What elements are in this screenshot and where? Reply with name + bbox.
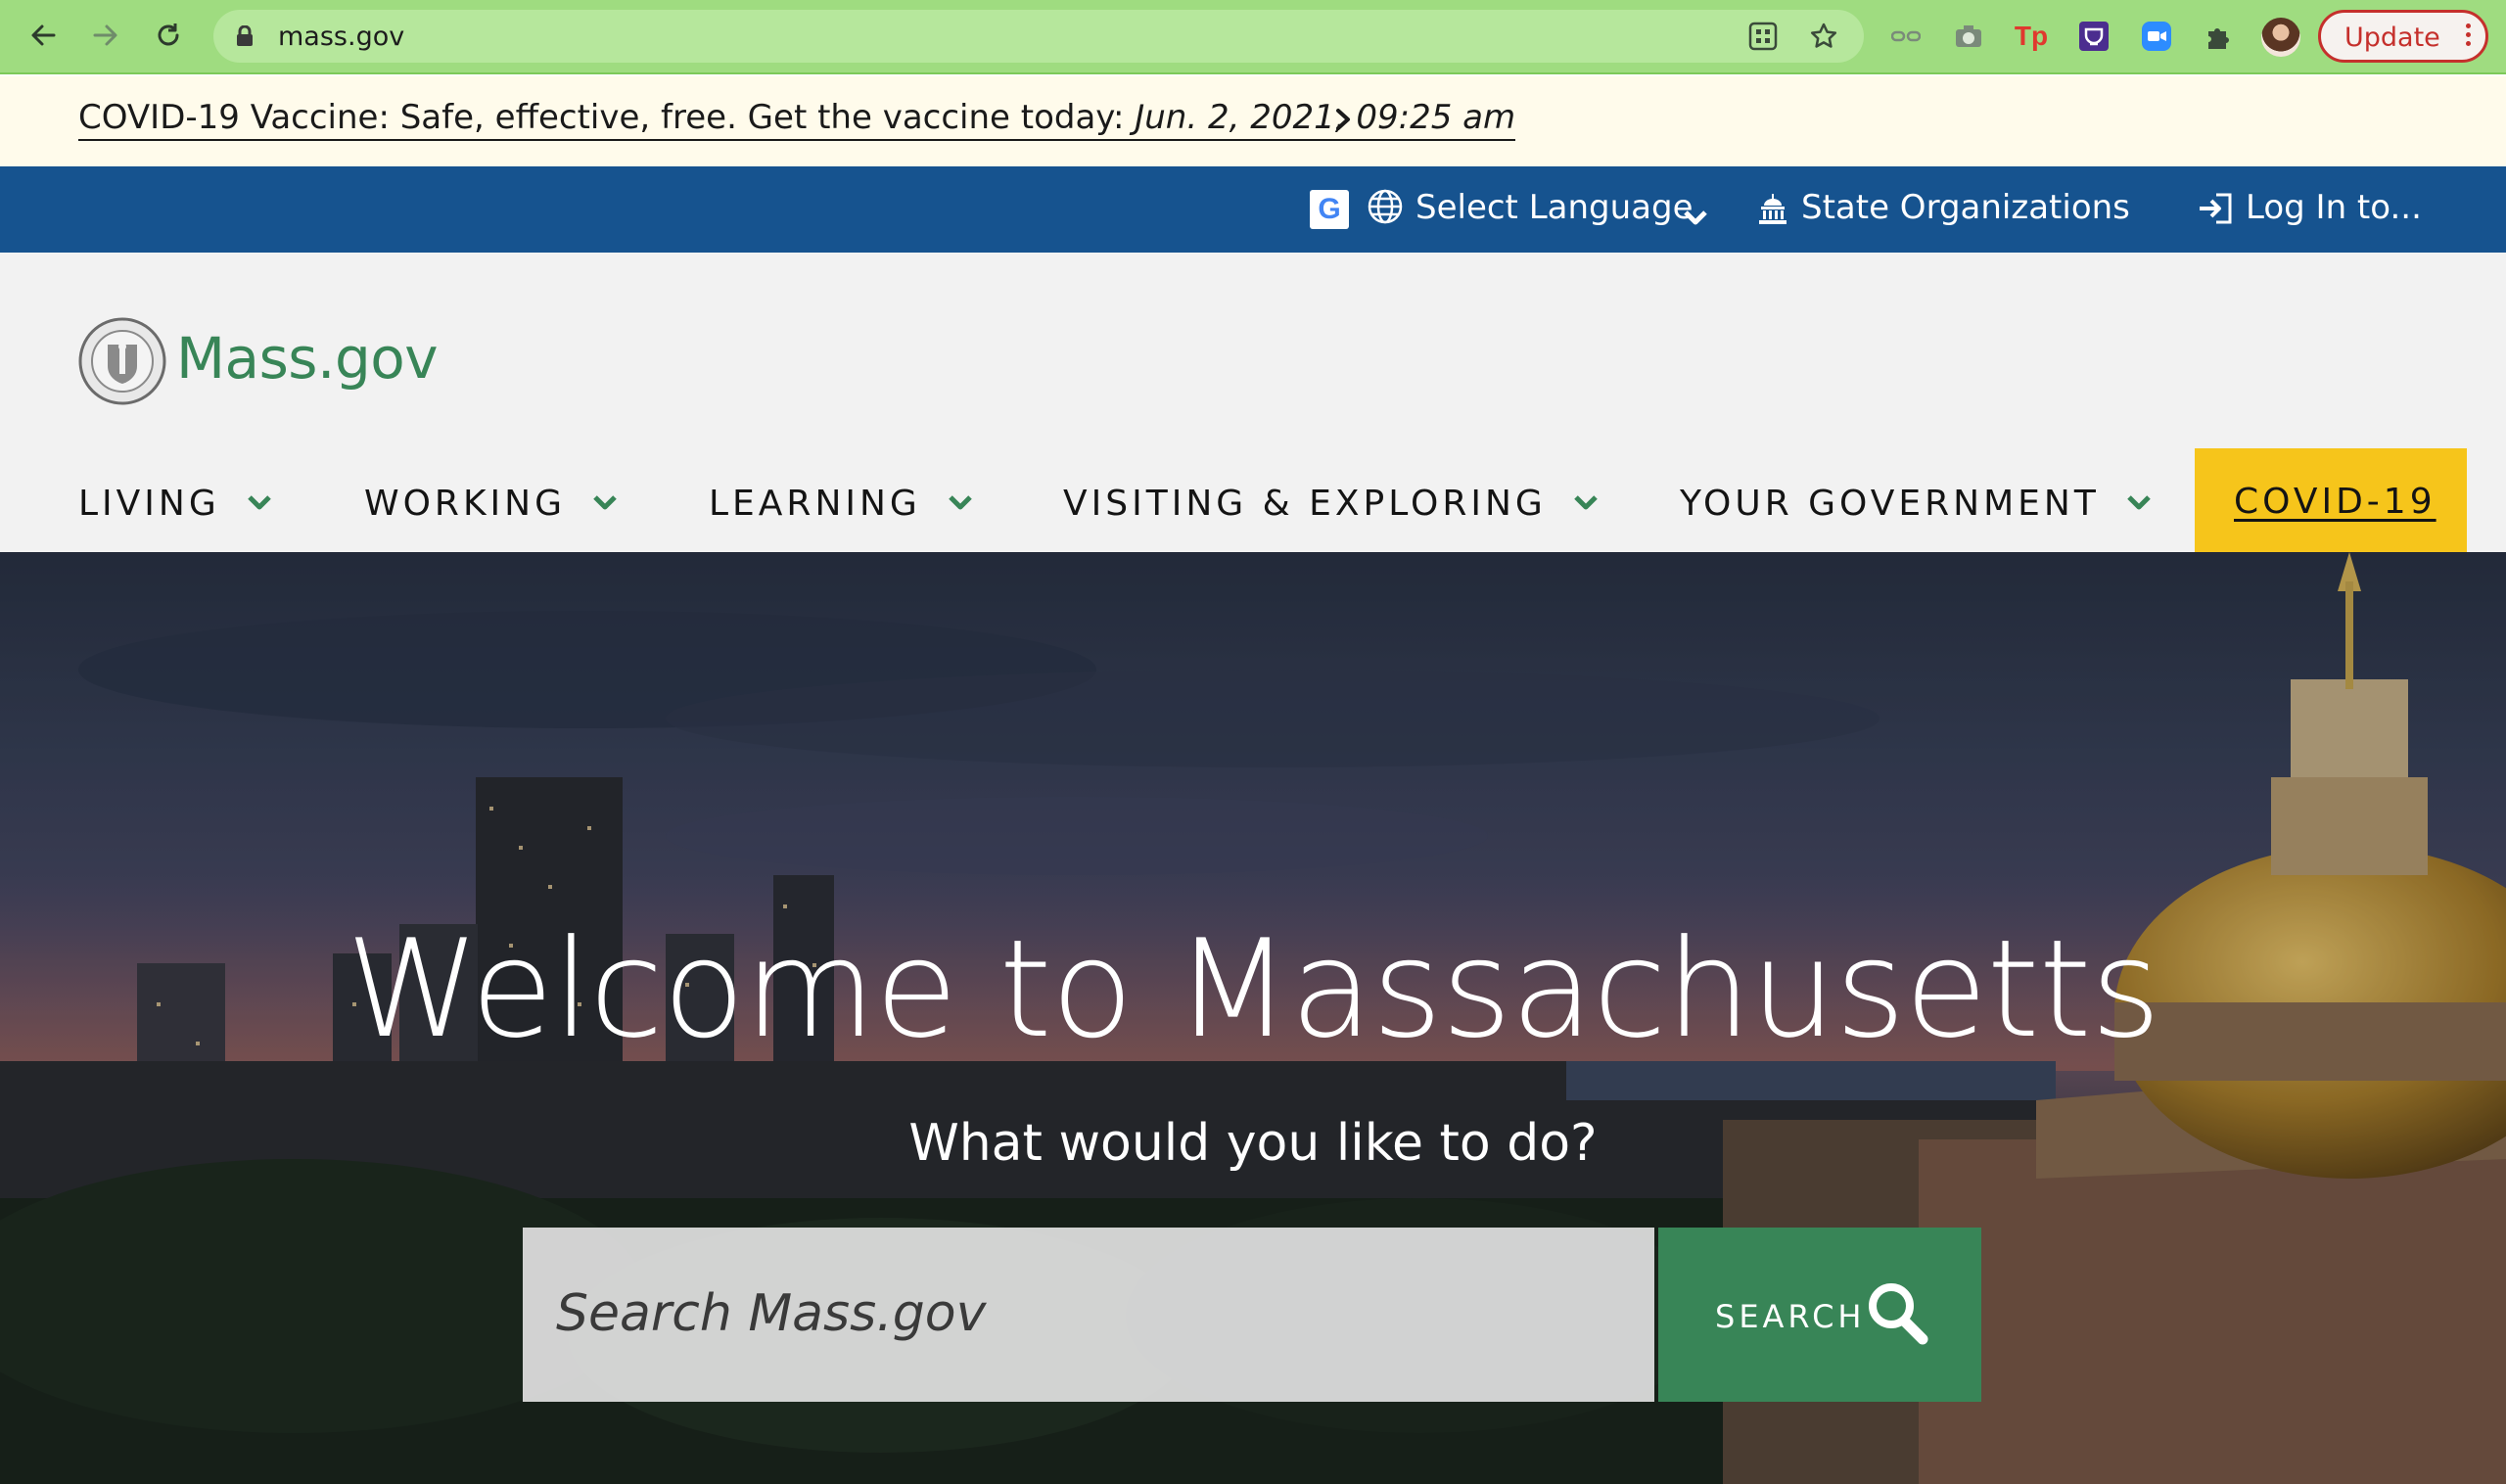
state-organizations-link[interactable]: State Organizations [1801, 188, 2130, 227]
chevron-down-icon [2127, 495, 2151, 510]
tp-extension-icon[interactable]: Tp [2015, 20, 2048, 53]
google-translate-icon[interactable]: G [1310, 190, 1349, 229]
address-bar[interactable]: mass.gov [213, 10, 1864, 63]
mass-gov-wordmark[interactable]: Mass.gov [176, 325, 439, 392]
menu-visiting-exploring[interactable]: VISITING & EXPLORING [1063, 474, 1600, 533]
search-button[interactable]: SEARCH [1658, 1228, 1981, 1402]
menu-learning[interactable]: LEARNING [709, 474, 974, 533]
extensions-puzzle-icon[interactable] [2203, 20, 2236, 53]
chevron-down-icon [593, 495, 617, 510]
alert-date: Jun. 2, 2021, 09:25 am [1135, 98, 1516, 137]
login-icon [2197, 192, 2234, 234]
search-placeholder: Search Mass.gov [556, 1284, 987, 1343]
search-input[interactable]: Search Mass.gov [523, 1228, 1654, 1402]
more-options-icon [2464, 21, 2472, 50]
back-button[interactable] [22, 14, 65, 57]
hero-subtitle: What would you like to do? [908, 1114, 1598, 1173]
covid-label: COVID-19 [2234, 482, 2436, 522]
profile-avatar[interactable] [2261, 18, 2300, 57]
chevron-down-icon [247, 495, 271, 510]
menu-label: VISITING & EXPLORING [1063, 483, 1547, 524]
chevron-right-icon[interactable] [1333, 108, 1353, 135]
purple-extension-icon[interactable] [2077, 20, 2111, 53]
menu-working[interactable]: WORKING [364, 474, 619, 533]
site-header: Mass.gov LIVING WORKING LEARNING VISITIN… [0, 253, 2506, 552]
search-magnifier-icon [1866, 1280, 1928, 1349]
forward-arrow-icon [93, 24, 117, 46]
chevron-down-icon [1574, 495, 1598, 510]
search-button-label: SEARCH [1715, 1298, 1866, 1335]
reload-button[interactable] [147, 14, 190, 57]
alert-text: COVID-19 Vaccine: Safe, effective, free.… [78, 98, 1136, 137]
covid-alert-banner: COVID-19 Vaccine: Safe, effective, free.… [0, 76, 2506, 166]
hero-banner: Welcome to Massachusetts What would you … [0, 552, 2506, 1484]
menu-label: WORKING [364, 483, 566, 524]
log-in-link[interactable]: Log In to... [2246, 188, 2422, 227]
extension-link-icon[interactable] [1889, 20, 1923, 53]
qr-code-icon[interactable] [1748, 22, 1778, 51]
menu-label: LEARNING [709, 483, 921, 524]
menu-living[interactable]: LIVING [78, 474, 273, 533]
update-label: Update [2344, 23, 2440, 53]
back-arrow-icon [31, 24, 56, 46]
utility-nav: G Select Language State Organizations Lo… [0, 166, 2506, 253]
globe-icon [1367, 188, 1404, 234]
language-chevron-down-icon[interactable] [1682, 198, 1709, 237]
browser-toolbar: mass.gov Tp Update [0, 0, 2506, 74]
forward-button[interactable] [84, 14, 127, 57]
menu-covid-19[interactable]: COVID-19 [2195, 448, 2467, 552]
select-language-button[interactable]: Select Language [1415, 188, 1694, 227]
menu-label: LIVING [78, 483, 220, 524]
url-text: mass.gov [278, 22, 405, 52]
zoom-extension-icon[interactable] [2140, 20, 2173, 53]
hero-title: Welcome to Massachusetts [346, 910, 2160, 1068]
menu-label: YOUR GOVERNMENT [1680, 483, 2100, 524]
capitol-building-icon [1756, 192, 1789, 234]
tp-badge-text: Tp [2014, 21, 2049, 51]
lock-icon [235, 24, 255, 51]
chevron-down-icon [949, 495, 972, 510]
camera-extension-icon[interactable] [1952, 20, 1985, 53]
massachusetts-seal-logo[interactable] [78, 317, 166, 405]
update-button[interactable]: Update [2318, 10, 2488, 63]
bookmark-star-icon[interactable] [1809, 22, 1838, 51]
reload-icon [158, 23, 179, 46]
menu-your-government[interactable]: YOUR GOVERNMENT [1680, 474, 2153, 533]
covid-alert-link[interactable]: COVID-19 Vaccine: Safe, effective, free.… [78, 98, 1516, 141]
